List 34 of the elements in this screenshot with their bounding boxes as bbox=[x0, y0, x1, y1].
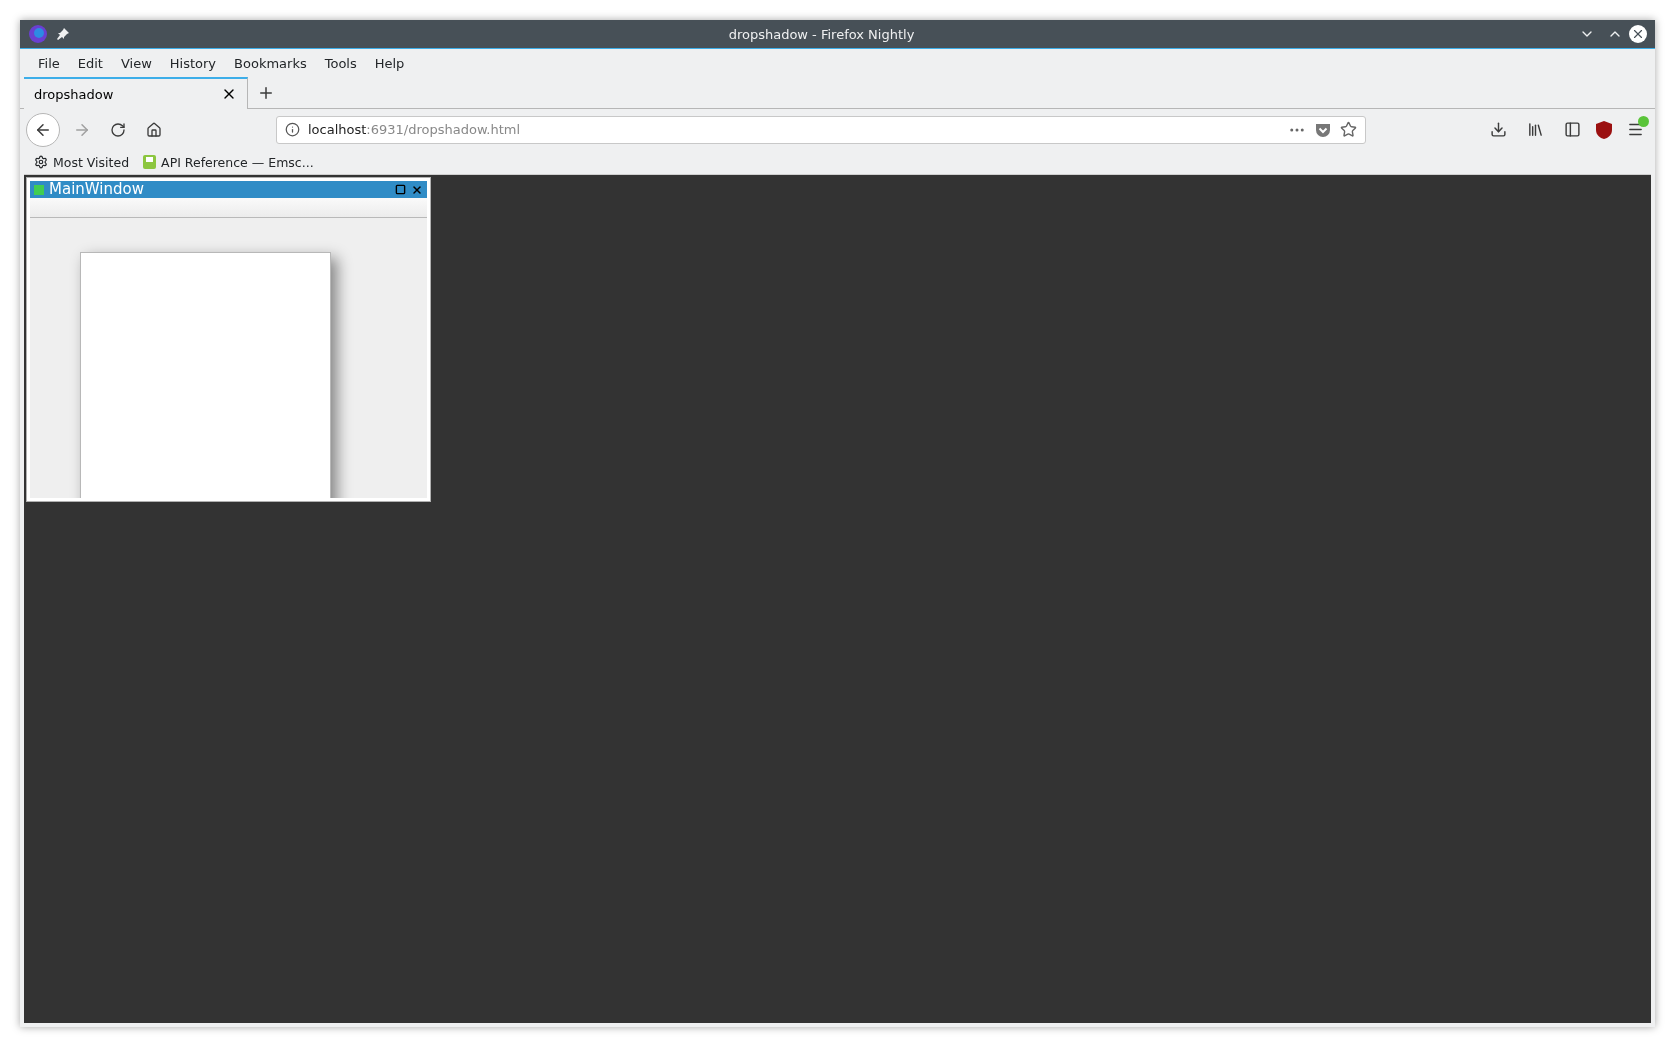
shield-icon[interactable] bbox=[1595, 119, 1613, 140]
tab-title: dropshadow bbox=[34, 86, 114, 102]
reload-icon bbox=[110, 121, 126, 138]
info-icon[interactable] bbox=[285, 122, 300, 137]
menu-item[interactable]: History bbox=[161, 53, 225, 73]
bookmark-label: Most Visited bbox=[53, 154, 130, 170]
close-icon bbox=[1631, 27, 1645, 41]
library-icon[interactable] bbox=[1527, 121, 1544, 138]
back-button[interactable] bbox=[26, 112, 60, 147]
bookmark-item[interactable]: Most Visited bbox=[34, 154, 130, 170]
home-icon bbox=[146, 121, 162, 138]
sidebar-icon[interactable] bbox=[1564, 121, 1581, 138]
pin-icon[interactable] bbox=[56, 27, 70, 41]
menu-item[interactable]: Bookmarks bbox=[226, 53, 315, 73]
address-bar[interactable]: localhost:6931/dropshadow.html bbox=[276, 115, 1366, 144]
menu-item[interactable]: Tools bbox=[316, 53, 365, 73]
maximize-button[interactable] bbox=[395, 184, 406, 195]
menu-item[interactable]: Edit bbox=[69, 53, 111, 73]
close-button[interactable] bbox=[411, 183, 423, 196]
menu-item[interactable]: View bbox=[112, 53, 160, 73]
url-text: localhost:6931/dropshadow.html bbox=[308, 122, 522, 137]
gear-icon bbox=[34, 155, 48, 169]
menu-item[interactable]: File bbox=[30, 53, 68, 73]
download-icon[interactable] bbox=[1490, 121, 1507, 138]
window-title: dropshadow - Firefox Nightly bbox=[727, 26, 916, 42]
update-badge-icon bbox=[1638, 115, 1649, 127]
qt-window-title: MainWindow bbox=[49, 181, 145, 198]
menu-item[interactable]: Help bbox=[366, 53, 413, 73]
page-icon bbox=[143, 155, 157, 169]
close-button[interactable] bbox=[1629, 25, 1647, 43]
bookmark-star-icon[interactable] bbox=[1340, 121, 1357, 138]
browser-logo-icon bbox=[28, 24, 48, 44]
browser-tab[interactable]: dropshadow bbox=[24, 77, 248, 109]
qt-logo-icon bbox=[34, 184, 44, 195]
